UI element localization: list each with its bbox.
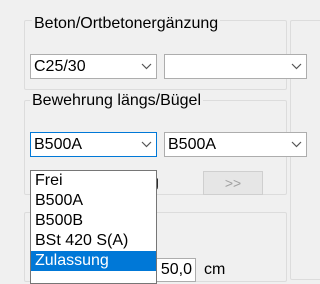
bewehrung-group-legend: Bewehrung längs/Bügel bbox=[30, 91, 204, 111]
length-unit: cm bbox=[204, 261, 226, 278]
concrete-class-value: C25/30 bbox=[34, 58, 86, 75]
chevron-down-icon bbox=[136, 55, 156, 78]
chevron-down-icon bbox=[286, 133, 306, 156]
dropdown-option-bst420[interactable]: BSt 420 S(A) bbox=[31, 231, 156, 251]
stirrup-reinforcement-value: B500A bbox=[168, 136, 217, 153]
chevron-down-icon bbox=[136, 133, 156, 156]
longitudinal-reinforcement-select[interactable]: B500A bbox=[30, 132, 157, 157]
concrete-class-select[interactable]: C25/30 bbox=[30, 54, 157, 79]
next-button[interactable]: >> bbox=[203, 171, 263, 195]
longitudinal-reinforcement-value: B500A bbox=[34, 136, 83, 153]
stirrup-reinforcement-select[interactable]: B500A bbox=[164, 132, 307, 157]
beton-group-legend: Beton/Ortbetonergänzung bbox=[32, 14, 221, 34]
dropdown-option-zulassung[interactable]: Zulassung bbox=[31, 251, 156, 271]
dropdown-option-b500a[interactable]: B500A bbox=[31, 191, 156, 211]
dropdown-option-b500b[interactable]: B500B bbox=[31, 211, 156, 231]
dropdown-option-frei[interactable]: Frei bbox=[31, 171, 156, 191]
concrete-supplement-select[interactable] bbox=[164, 54, 307, 79]
reinforcement-dropdown-list[interactable]: Frei B500A B500B BSt 420 S(A) Zulassung bbox=[30, 170, 157, 284]
chevron-down-icon bbox=[286, 55, 306, 78]
